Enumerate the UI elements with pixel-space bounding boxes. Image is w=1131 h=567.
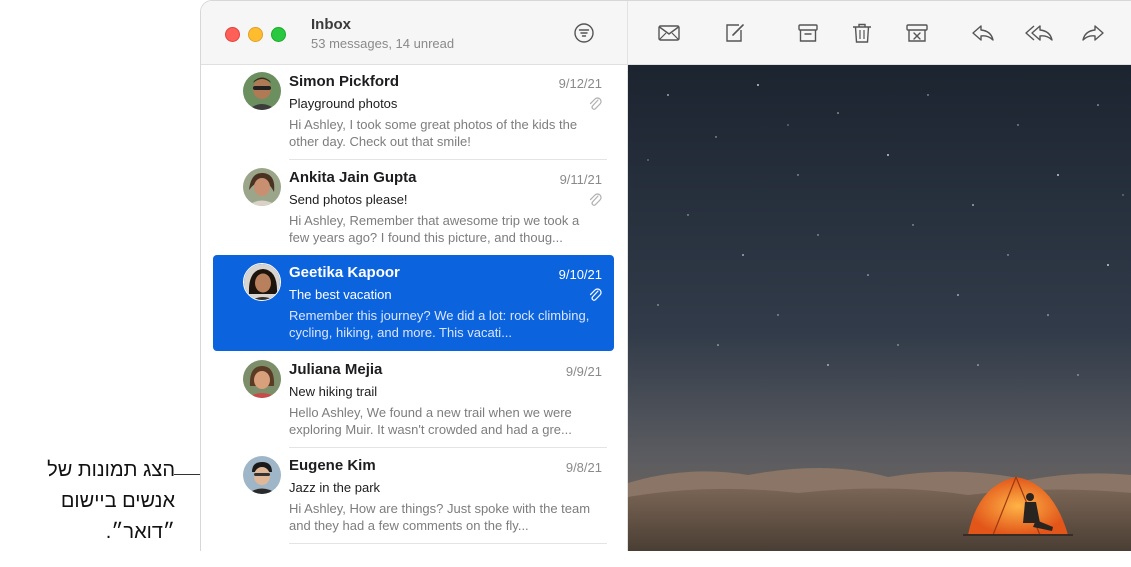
attachment-icon	[589, 97, 602, 110]
message-subject: The best vacation	[289, 287, 392, 302]
message-sender: Geetika Kapoor	[289, 264, 400, 281]
zoom-window-button[interactable]	[271, 27, 286, 42]
reply-all-icon[interactable]	[1024, 21, 1054, 45]
attachment-icon	[589, 288, 602, 301]
message-date: 9/10/21	[558, 267, 602, 282]
message-subject: Send photos please!	[289, 192, 408, 207]
message-preview: Hi Ashley, Remember that awesome trip we…	[289, 213, 580, 245]
message-date: 9/12/21	[558, 76, 602, 91]
message-item[interactable]: Simon Pickford 9/12/21 Playground photos…	[213, 64, 614, 160]
message-item[interactable]: Ankita Jain Gupta 9/11/21 Send photos pl…	[213, 160, 614, 256]
message-date: 9/11/21	[559, 172, 602, 187]
callout-line-3: ״דואר״.	[105, 521, 175, 543]
reply-icon[interactable]	[970, 21, 996, 45]
message-subject: Playground photos	[289, 96, 398, 111]
message-preview: Hello Ashley, We found a new trail when …	[289, 405, 572, 437]
message-item[interactable]: Juliana Mejia 9/9/21 New hiking trail He…	[213, 352, 614, 448]
avatar	[243, 360, 281, 398]
callout-line-1: הצג תמונות של	[47, 459, 175, 481]
avatar	[243, 72, 281, 110]
message-item-selected[interactable]: Geetika Kapoor 9/10/21 The best vacation…	[213, 255, 614, 351]
attachment-icon	[589, 193, 602, 206]
attachment-photo	[628, 65, 1131, 551]
message-preview: Hi Ashley, How are things? Just spoke wi…	[289, 501, 591, 533]
message-preview: Remember this journey? We did a lot: roc…	[289, 308, 590, 340]
forward-icon[interactable]	[1080, 21, 1106, 45]
minimize-window-button[interactable]	[248, 27, 263, 42]
trash-icon[interactable]	[849, 21, 875, 45]
junk-icon[interactable]	[904, 21, 930, 45]
close-window-button[interactable]	[225, 27, 240, 42]
reading-pane	[628, 1, 1131, 551]
divider	[289, 543, 607, 544]
avatar	[243, 456, 281, 494]
message-subject: New hiking trail	[289, 384, 378, 399]
message-date: 9/9/21	[565, 364, 602, 379]
list-header: Inbox 53 messages, 14 unread	[201, 1, 627, 65]
toolbar	[628, 1, 1131, 65]
mailbox-title: Inbox	[311, 16, 351, 33]
message-sender: Ankita Jain Gupta	[289, 169, 417, 186]
compose-icon[interactable]	[722, 21, 748, 45]
message-sender: Eugene Kim	[289, 457, 376, 474]
message-subject: Jazz in the park	[289, 480, 381, 495]
message-date: 9/8/21	[565, 460, 602, 475]
callout-line-2: אנשים ביישום	[60, 490, 175, 512]
message-sender: Simon Pickford	[289, 73, 400, 90]
message-sender: Juliana Mejia	[289, 361, 383, 378]
avatar	[243, 168, 281, 206]
mail-window: Inbox 53 messages, 14 unread Simon Pickf…	[200, 0, 1131, 551]
message-preview: Hi Ashley, I took some great photos of t…	[289, 117, 578, 149]
filter-icon[interactable]	[573, 22, 595, 44]
message-item[interactable]: Eugene Kim 9/8/21 Jazz in the park Hi As…	[213, 448, 614, 544]
archive-icon[interactable]	[795, 21, 821, 45]
avatar	[243, 263, 281, 301]
mailbox-subtitle: 53 messages, 14 unread	[311, 36, 455, 51]
message-list-pane: Inbox 53 messages, 14 unread Simon Pickf…	[201, 1, 628, 551]
callout-text: הצג תמונות של אנשים ביישום ״דואר״.	[0, 455, 175, 548]
envelope-icon[interactable]	[656, 21, 682, 45]
